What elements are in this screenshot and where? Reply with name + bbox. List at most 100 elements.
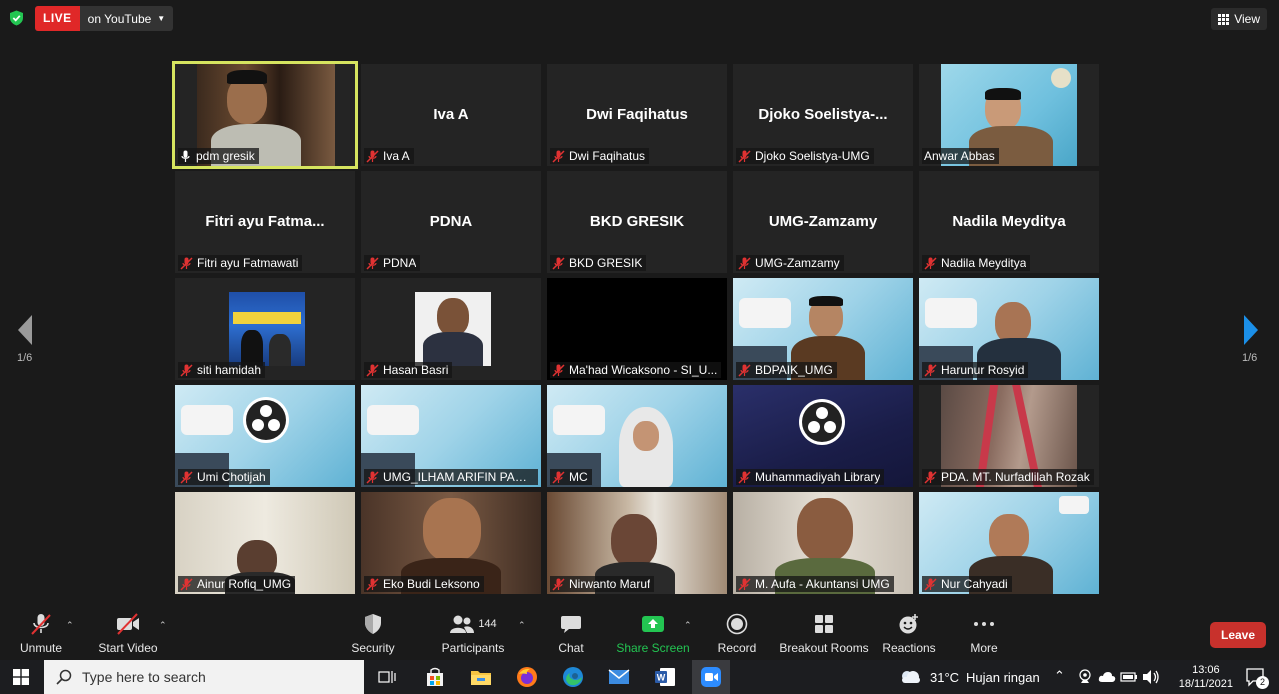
participant-video-banner bbox=[233, 312, 301, 324]
participant-label: Fitri ayu Fatmawati bbox=[178, 255, 303, 271]
participant-label: Dwi Faqihatus bbox=[550, 148, 650, 164]
participant-tile[interactable]: Nirwanto Maruf bbox=[547, 492, 727, 594]
firefox-icon[interactable] bbox=[508, 660, 546, 694]
webcam-icon[interactable] bbox=[1078, 669, 1092, 685]
muted-mic-icon bbox=[738, 577, 751, 591]
store-icon[interactable] bbox=[416, 660, 454, 694]
muted-mic-icon bbox=[366, 149, 379, 163]
chevron-up-icon[interactable]: ⌃ bbox=[66, 620, 74, 631]
participant-tile[interactable]: MC bbox=[547, 385, 727, 487]
share-screen-button[interactable]: Share Screen bbox=[616, 612, 690, 656]
notification-center-button[interactable]: 2 bbox=[1245, 667, 1269, 689]
word-icon[interactable]: W bbox=[646, 660, 684, 694]
participant-name-placeholder: PDNA bbox=[429, 213, 473, 230]
participant-video-logo bbox=[367, 405, 419, 435]
participant-name-placeholder: Dwi Faqihatus bbox=[586, 106, 688, 123]
participant-tile[interactable]: M. Aufa - Akuntansi UMG bbox=[733, 492, 913, 594]
task-view-icon[interactable] bbox=[368, 660, 406, 694]
muted-mic-icon bbox=[180, 363, 193, 377]
participant-tile[interactable]: Iva A Iva A bbox=[361, 64, 541, 166]
participant-label: UMG_ILHAM ARIFIN PAHLA... bbox=[364, 469, 538, 485]
more-button[interactable]: More bbox=[968, 612, 1000, 656]
chat-button[interactable]: Chat bbox=[556, 612, 586, 656]
muted-mic-icon bbox=[180, 470, 193, 484]
participant-tile[interactable]: pdm gresik bbox=[172, 61, 358, 169]
share-screen-icon bbox=[642, 616, 664, 632]
participant-tile[interactable]: UMG_ILHAM ARIFIN PAHLA... bbox=[361, 385, 541, 487]
record-button[interactable]: Record bbox=[718, 612, 756, 656]
previous-page-arrow-icon[interactable] bbox=[10, 310, 40, 350]
leave-button[interactable]: Leave bbox=[1210, 622, 1266, 648]
muted-mic-icon bbox=[552, 470, 565, 484]
participant-tile[interactable]: Eko Budi Leksono bbox=[361, 492, 541, 594]
participant-label: Umi Chotijah bbox=[178, 469, 270, 485]
battery-icon[interactable] bbox=[1120, 670, 1138, 684]
participant-tile[interactable]: Ma'had Wicaksono - SI_U... bbox=[547, 278, 727, 380]
participant-tile[interactable]: BKD GRESIK BKD GRESIK bbox=[547, 171, 727, 273]
live-stream-button[interactable]: LIVE on YouTube ▼ bbox=[35, 6, 174, 31]
start-video-button[interactable]: Start Video bbox=[98, 612, 158, 656]
muted-mic-icon bbox=[366, 470, 379, 484]
participant-video-cap bbox=[809, 296, 843, 306]
zoom-icon[interactable] bbox=[692, 660, 730, 694]
participant-label: PDA. MT. Nurfadlilah Rozak bbox=[922, 469, 1094, 485]
participant-tile[interactable]: Fitri ayu Fatma... Fitri ayu Fatmawati bbox=[175, 171, 355, 273]
participant-video-logo bbox=[181, 405, 233, 435]
participant-tile[interactable]: PDNA PDNA bbox=[361, 171, 541, 273]
next-page-arrow-icon[interactable] bbox=[1236, 310, 1266, 350]
participant-label: M. Aufa - Akuntansi UMG bbox=[736, 576, 894, 592]
participant-tile[interactable]: BDPAIK_UMG bbox=[733, 278, 913, 380]
participant-tile[interactable]: UMG-Zamzamy UMG-Zamzamy bbox=[733, 171, 913, 273]
participant-label: MC bbox=[550, 469, 592, 485]
participant-tile[interactable]: Hasan Basri bbox=[361, 278, 541, 380]
muted-mic-icon bbox=[738, 149, 751, 163]
security-button[interactable]: Security bbox=[350, 612, 396, 656]
chevron-up-icon[interactable]: ⌃ bbox=[518, 620, 526, 631]
unmute-button[interactable]: Unmute bbox=[18, 612, 64, 656]
participant-tile[interactable]: Dwi Faqihatus Dwi Faqihatus bbox=[547, 64, 727, 166]
weather-description[interactable]: Hujan ringan bbox=[966, 670, 1040, 685]
muted-mic-icon bbox=[552, 256, 565, 270]
mail-icon[interactable] bbox=[600, 660, 638, 694]
participant-video-cap bbox=[985, 88, 1021, 100]
participant-tile[interactable]: Anwar Abbas bbox=[919, 64, 1099, 166]
participant-video-logo bbox=[553, 405, 605, 435]
participant-tile[interactable]: siti hamidah bbox=[175, 278, 355, 380]
participant-label: siti hamidah bbox=[178, 362, 266, 378]
participants-button[interactable]: 144 Participants bbox=[442, 612, 504, 656]
chevron-up-icon[interactable]: ⌃ bbox=[159, 620, 167, 631]
taskbar-clock[interactable]: 13:06 18/11/2021 bbox=[1179, 663, 1233, 691]
participant-video-cap bbox=[227, 70, 267, 84]
participant-tile[interactable]: Muhammadiyah Library bbox=[733, 385, 913, 487]
volume-icon[interactable] bbox=[1142, 669, 1160, 685]
muted-mic-icon bbox=[366, 363, 379, 377]
edge-icon[interactable] bbox=[554, 660, 592, 694]
start-button[interactable] bbox=[0, 660, 42, 694]
participant-tile[interactable]: Harunur Rosyid bbox=[919, 278, 1099, 380]
taskbar-search-input[interactable]: Type here to search bbox=[44, 660, 364, 694]
onedrive-cloud-icon[interactable] bbox=[1098, 670, 1116, 684]
view-button[interactable]: View bbox=[1211, 8, 1267, 30]
file-explorer-icon[interactable] bbox=[462, 660, 500, 694]
reactions-button[interactable]: Reactions bbox=[882, 612, 936, 656]
encryption-shield-icon[interactable] bbox=[9, 10, 24, 26]
chevron-up-icon[interactable]: ⌃ bbox=[684, 620, 692, 631]
weather-cloud-icon[interactable] bbox=[898, 668, 922, 686]
participant-tile[interactable]: PDA. MT. Nurfadlilah Rozak bbox=[919, 385, 1099, 487]
breakout-rooms-button[interactable]: Breakout Rooms bbox=[779, 612, 869, 656]
obs-logo-icon bbox=[799, 399, 845, 445]
participant-video-logo bbox=[739, 298, 791, 328]
chevron-up-icon[interactable]: ⌃ bbox=[1054, 668, 1065, 684]
participant-tile[interactable]: Nur Cahyadi bbox=[919, 492, 1099, 594]
clock-time: 13:06 bbox=[1192, 664, 1220, 676]
participant-label: Nirwanto Maruf bbox=[550, 576, 655, 592]
weather-temperature[interactable]: 31°C bbox=[930, 670, 959, 685]
participant-tile[interactable]: Umi Chotijah bbox=[175, 385, 355, 487]
shield-icon bbox=[365, 614, 381, 634]
participant-label: Nadila Meyditya bbox=[922, 255, 1031, 271]
obs-logo-icon bbox=[243, 397, 289, 443]
participant-tile[interactable]: Nadila Meyditya Nadila Meyditya bbox=[919, 171, 1099, 273]
participant-tile[interactable]: Ainur Rofiq_UMG bbox=[175, 492, 355, 594]
svg-text:W: W bbox=[657, 673, 666, 683]
participant-tile[interactable]: Djoko Soelistya-... Djoko Soelistya-UMG bbox=[733, 64, 913, 166]
